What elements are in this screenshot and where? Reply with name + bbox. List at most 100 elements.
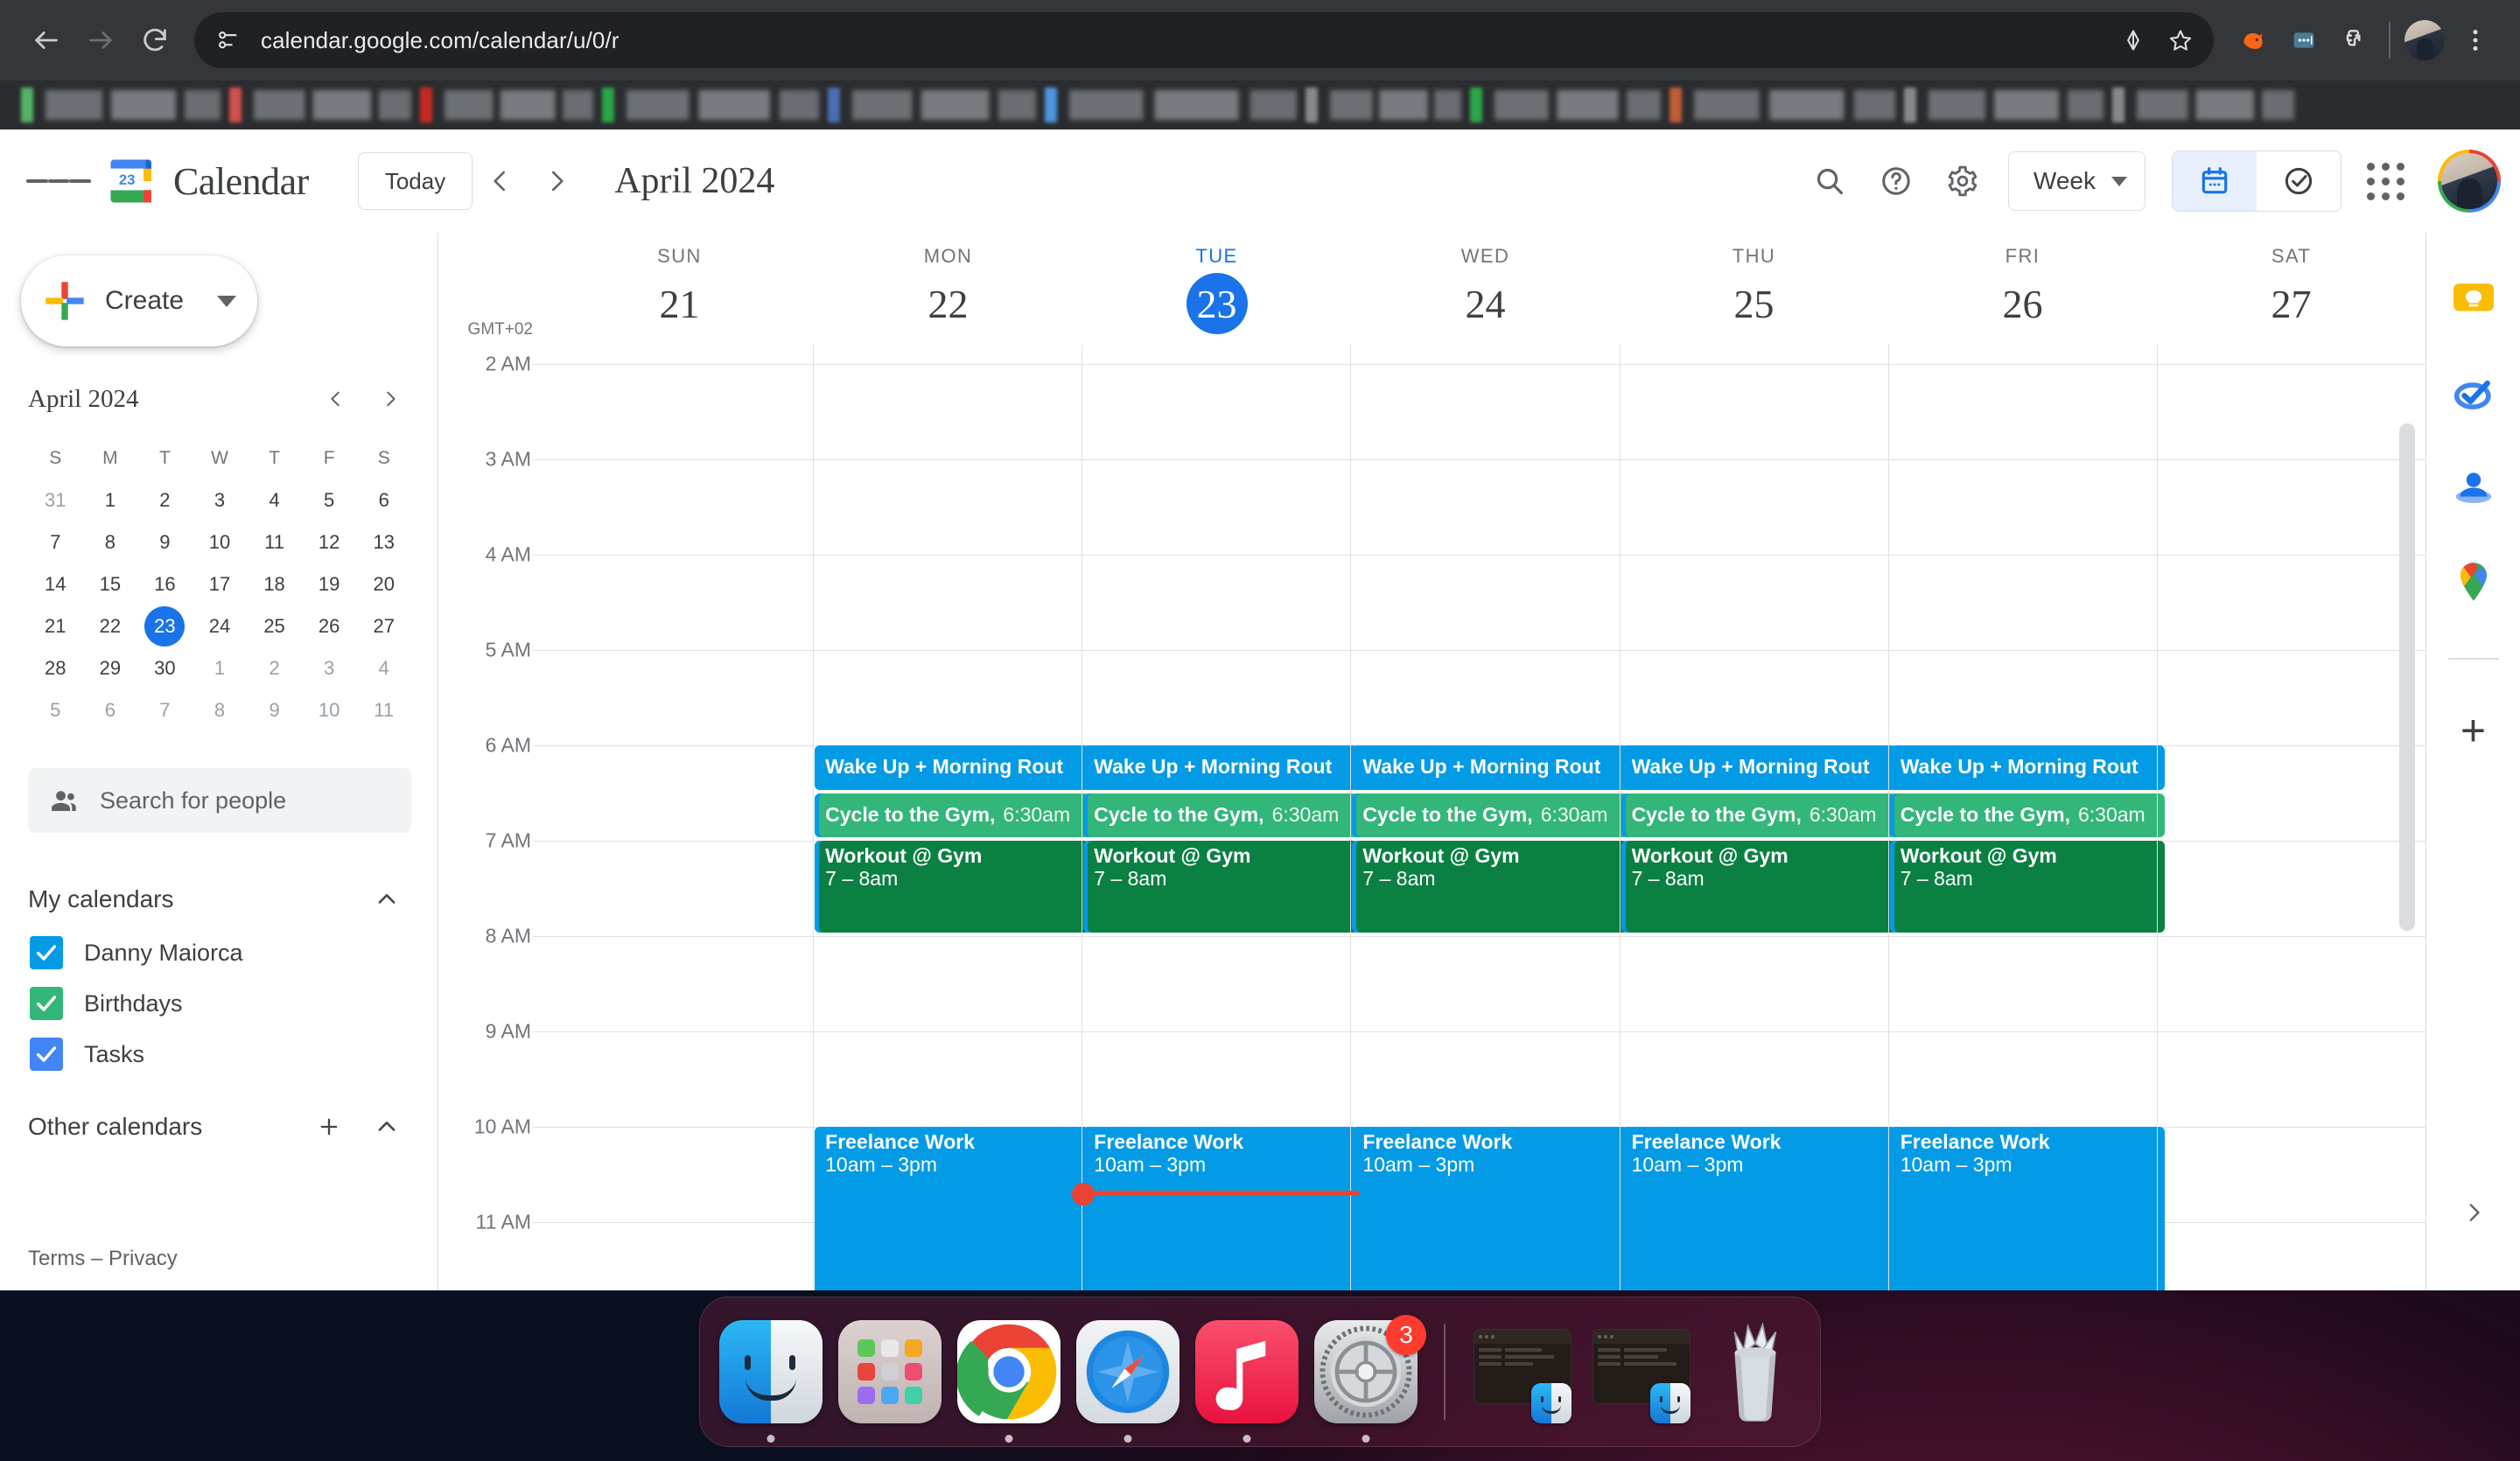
forward-button[interactable] bbox=[74, 13, 128, 67]
mini-calendar-day[interactable]: 10 bbox=[302, 689, 357, 731]
address-bar[interactable]: calendar.google.com/calendar/u/0/r bbox=[194, 12, 2214, 68]
bookmark-item[interactable] bbox=[229, 86, 411, 124]
day-header-today[interactable]: TUE 23 bbox=[1082, 233, 1351, 345]
next-period-icon[interactable] bbox=[528, 153, 584, 209]
profile-avatar[interactable] bbox=[2399, 15, 2450, 66]
chevron-up-icon[interactable] bbox=[362, 875, 411, 924]
day-header[interactable]: FRI 26 bbox=[1888, 233, 2157, 345]
back-button[interactable] bbox=[19, 13, 74, 67]
mini-calendar-day[interactable]: 2 bbox=[137, 479, 192, 521]
calendar-event[interactable]: Wake Up + Morning Rout bbox=[1889, 745, 2165, 790]
mini-calendar-day[interactable]: 5 bbox=[28, 689, 83, 731]
calendar-event[interactable]: Cycle to the Gym, 6:30am bbox=[1352, 793, 1628, 837]
mini-calendar-day[interactable]: 30 bbox=[137, 647, 192, 689]
day-column[interactable]: Wake Up + Morning Rout Cycle to the Gym, 6… bbox=[1072, 345, 1360, 1290]
mini-calendar-prev-icon[interactable] bbox=[315, 378, 357, 420]
bookmark-item[interactable] bbox=[1045, 86, 1297, 124]
tasks-icon[interactable] bbox=[2446, 366, 2501, 420]
calendar-checkbox[interactable] bbox=[30, 987, 63, 1020]
mini-calendar-day[interactable]: 4 bbox=[356, 647, 411, 689]
mini-calendar-day[interactable]: 11 bbox=[356, 689, 411, 731]
day-header-date[interactable]: 22 bbox=[918, 273, 979, 334]
day-column[interactable]: Wake Up + Morning Rout Cycle to the Gym, 6… bbox=[1350, 345, 1628, 1290]
search-people-input[interactable]: Search for people bbox=[28, 768, 411, 833]
bookmark-item[interactable] bbox=[420, 86, 593, 124]
mini-calendar-day[interactable]: 13 bbox=[356, 521, 411, 563]
dock-item-music[interactable] bbox=[1195, 1320, 1298, 1443]
day-header[interactable]: MON 22 bbox=[814, 233, 1082, 345]
grid-scroll-area[interactable]: 2 AM 3 AM 4 AM 5 AM 6 AM 7 AM 8 AM 9 AM 10 AM 11 … bbox=[438, 345, 2426, 1290]
bookmark-item[interactable] bbox=[828, 86, 1036, 124]
dock-minimized-window-2[interactable] bbox=[1591, 1320, 1694, 1423]
add-other-calendar-icon[interactable] bbox=[304, 1102, 354, 1151]
mini-calendar-day[interactable]: 17 bbox=[192, 563, 248, 605]
day-column[interactable]: Wake Up + Morning Rout Cycle to the Gym, 6… bbox=[1619, 345, 1896, 1290]
day-header-date[interactable]: 23 bbox=[1186, 273, 1248, 334]
chrome-menu-icon[interactable] bbox=[2450, 15, 2501, 66]
calendar-checkbox[interactable] bbox=[30, 1038, 63, 1071]
calendar-event[interactable]: Workout @ Gym 7 – 8am bbox=[1083, 841, 1359, 933]
mini-calendar-day[interactable]: 16 bbox=[137, 563, 192, 605]
mini-calendar-day[interactable]: 8 bbox=[83, 521, 138, 563]
dock-item-safari[interactable] bbox=[1076, 1320, 1180, 1443]
mini-calendar-day[interactable]: 7 bbox=[28, 521, 83, 563]
mini-calendar-day[interactable]: 10 bbox=[192, 521, 248, 563]
dock-item-chrome[interactable] bbox=[957, 1320, 1060, 1443]
bookmark-item[interactable] bbox=[21, 86, 220, 124]
reload-button[interactable] bbox=[128, 13, 182, 67]
day-header-date[interactable]: 26 bbox=[1992, 273, 2054, 334]
calendar-event[interactable]: Freelance Work 10am – 3pm bbox=[1620, 1127, 1896, 1290]
create-button[interactable]: Create bbox=[21, 255, 257, 346]
mini-calendar-day[interactable]: 4 bbox=[247, 479, 302, 521]
calendar-checkbox[interactable] bbox=[30, 936, 63, 969]
tab-calendar-view[interactable] bbox=[2173, 151, 2257, 211]
expand-panel-icon[interactable] bbox=[2450, 1189, 2497, 1236]
previous-period-icon[interactable] bbox=[472, 153, 528, 209]
chevron-up-icon[interactable] bbox=[362, 1102, 411, 1151]
mini-calendar-day[interactable]: 1 bbox=[83, 479, 138, 521]
day-header-date[interactable]: 27 bbox=[2261, 273, 2322, 334]
day-column[interactable] bbox=[545, 345, 813, 1290]
mini-calendar-day[interactable]: 2 bbox=[247, 647, 302, 689]
gear-icon[interactable] bbox=[1929, 148, 1996, 214]
day-column[interactable]: Wake Up + Morning Rout Cycle to the Gym, 6… bbox=[813, 345, 1090, 1290]
mini-calendar-next-icon[interactable] bbox=[369, 378, 411, 420]
other-calendars-header[interactable]: Other calendars bbox=[28, 1099, 411, 1155]
mini-calendar-day[interactable]: 26 bbox=[302, 605, 357, 647]
bookmark-item[interactable] bbox=[1470, 86, 1661, 124]
calendar-list-item[interactable]: Tasks bbox=[28, 1029, 411, 1080]
calendar-event[interactable]: Wake Up + Morning Rout bbox=[815, 745, 1090, 790]
bookmark-item[interactable] bbox=[2112, 86, 2294, 124]
extensions-puzzle-icon[interactable] bbox=[2329, 15, 2380, 66]
search-icon[interactable] bbox=[1796, 148, 1863, 214]
day-header[interactable]: WED 24 bbox=[1351, 233, 1620, 345]
day-column[interactable] bbox=[2156, 345, 2426, 1290]
bookmark-star-icon[interactable] bbox=[2160, 19, 2202, 61]
calendar-event[interactable]: Freelance Work 10am – 3pm bbox=[1083, 1127, 1359, 1290]
mini-calendar-day[interactable]: 28 bbox=[28, 647, 83, 689]
mini-calendar-day[interactable]: 5 bbox=[302, 479, 357, 521]
calendar-event[interactable]: Freelance Work 10am – 3pm bbox=[1352, 1127, 1628, 1290]
mini-calendar-day[interactable]: 29 bbox=[83, 647, 138, 689]
dock-minimized-window-1[interactable] bbox=[1472, 1320, 1575, 1423]
day-header[interactable]: SUN 21 bbox=[545, 233, 814, 345]
bookmark-item[interactable] bbox=[1306, 86, 1461, 124]
bookmark-item[interactable] bbox=[1670, 86, 1895, 124]
mini-calendar-day[interactable]: 11 bbox=[247, 521, 302, 563]
calendar-list-item[interactable]: Birthdays bbox=[28, 978, 411, 1029]
add-addon-icon[interactable]: + bbox=[2446, 703, 2501, 758]
day-header[interactable]: SAT 27 bbox=[2157, 233, 2426, 345]
mini-calendar-day[interactable]: 1 bbox=[192, 647, 248, 689]
day-column[interactable]: Wake Up + Morning Rout Cycle to the Gym, 6… bbox=[1887, 345, 2165, 1290]
mini-calendar-day[interactable]: 25 bbox=[247, 605, 302, 647]
my-calendars-header[interactable]: My calendars bbox=[28, 871, 411, 927]
account-avatar[interactable] bbox=[2438, 150, 2501, 213]
contacts-icon[interactable] bbox=[2446, 460, 2501, 514]
main-menu-icon[interactable] bbox=[26, 149, 92, 213]
dock-item-finder[interactable] bbox=[719, 1320, 822, 1443]
mini-calendar-day[interactable]: 22 bbox=[83, 605, 138, 647]
mini-calendar-day[interactable]: 3 bbox=[302, 647, 357, 689]
mini-calendar-day[interactable]: 6 bbox=[83, 689, 138, 731]
site-info-icon[interactable] bbox=[206, 19, 248, 61]
bookmarks-bar[interactable] bbox=[0, 80, 2520, 129]
